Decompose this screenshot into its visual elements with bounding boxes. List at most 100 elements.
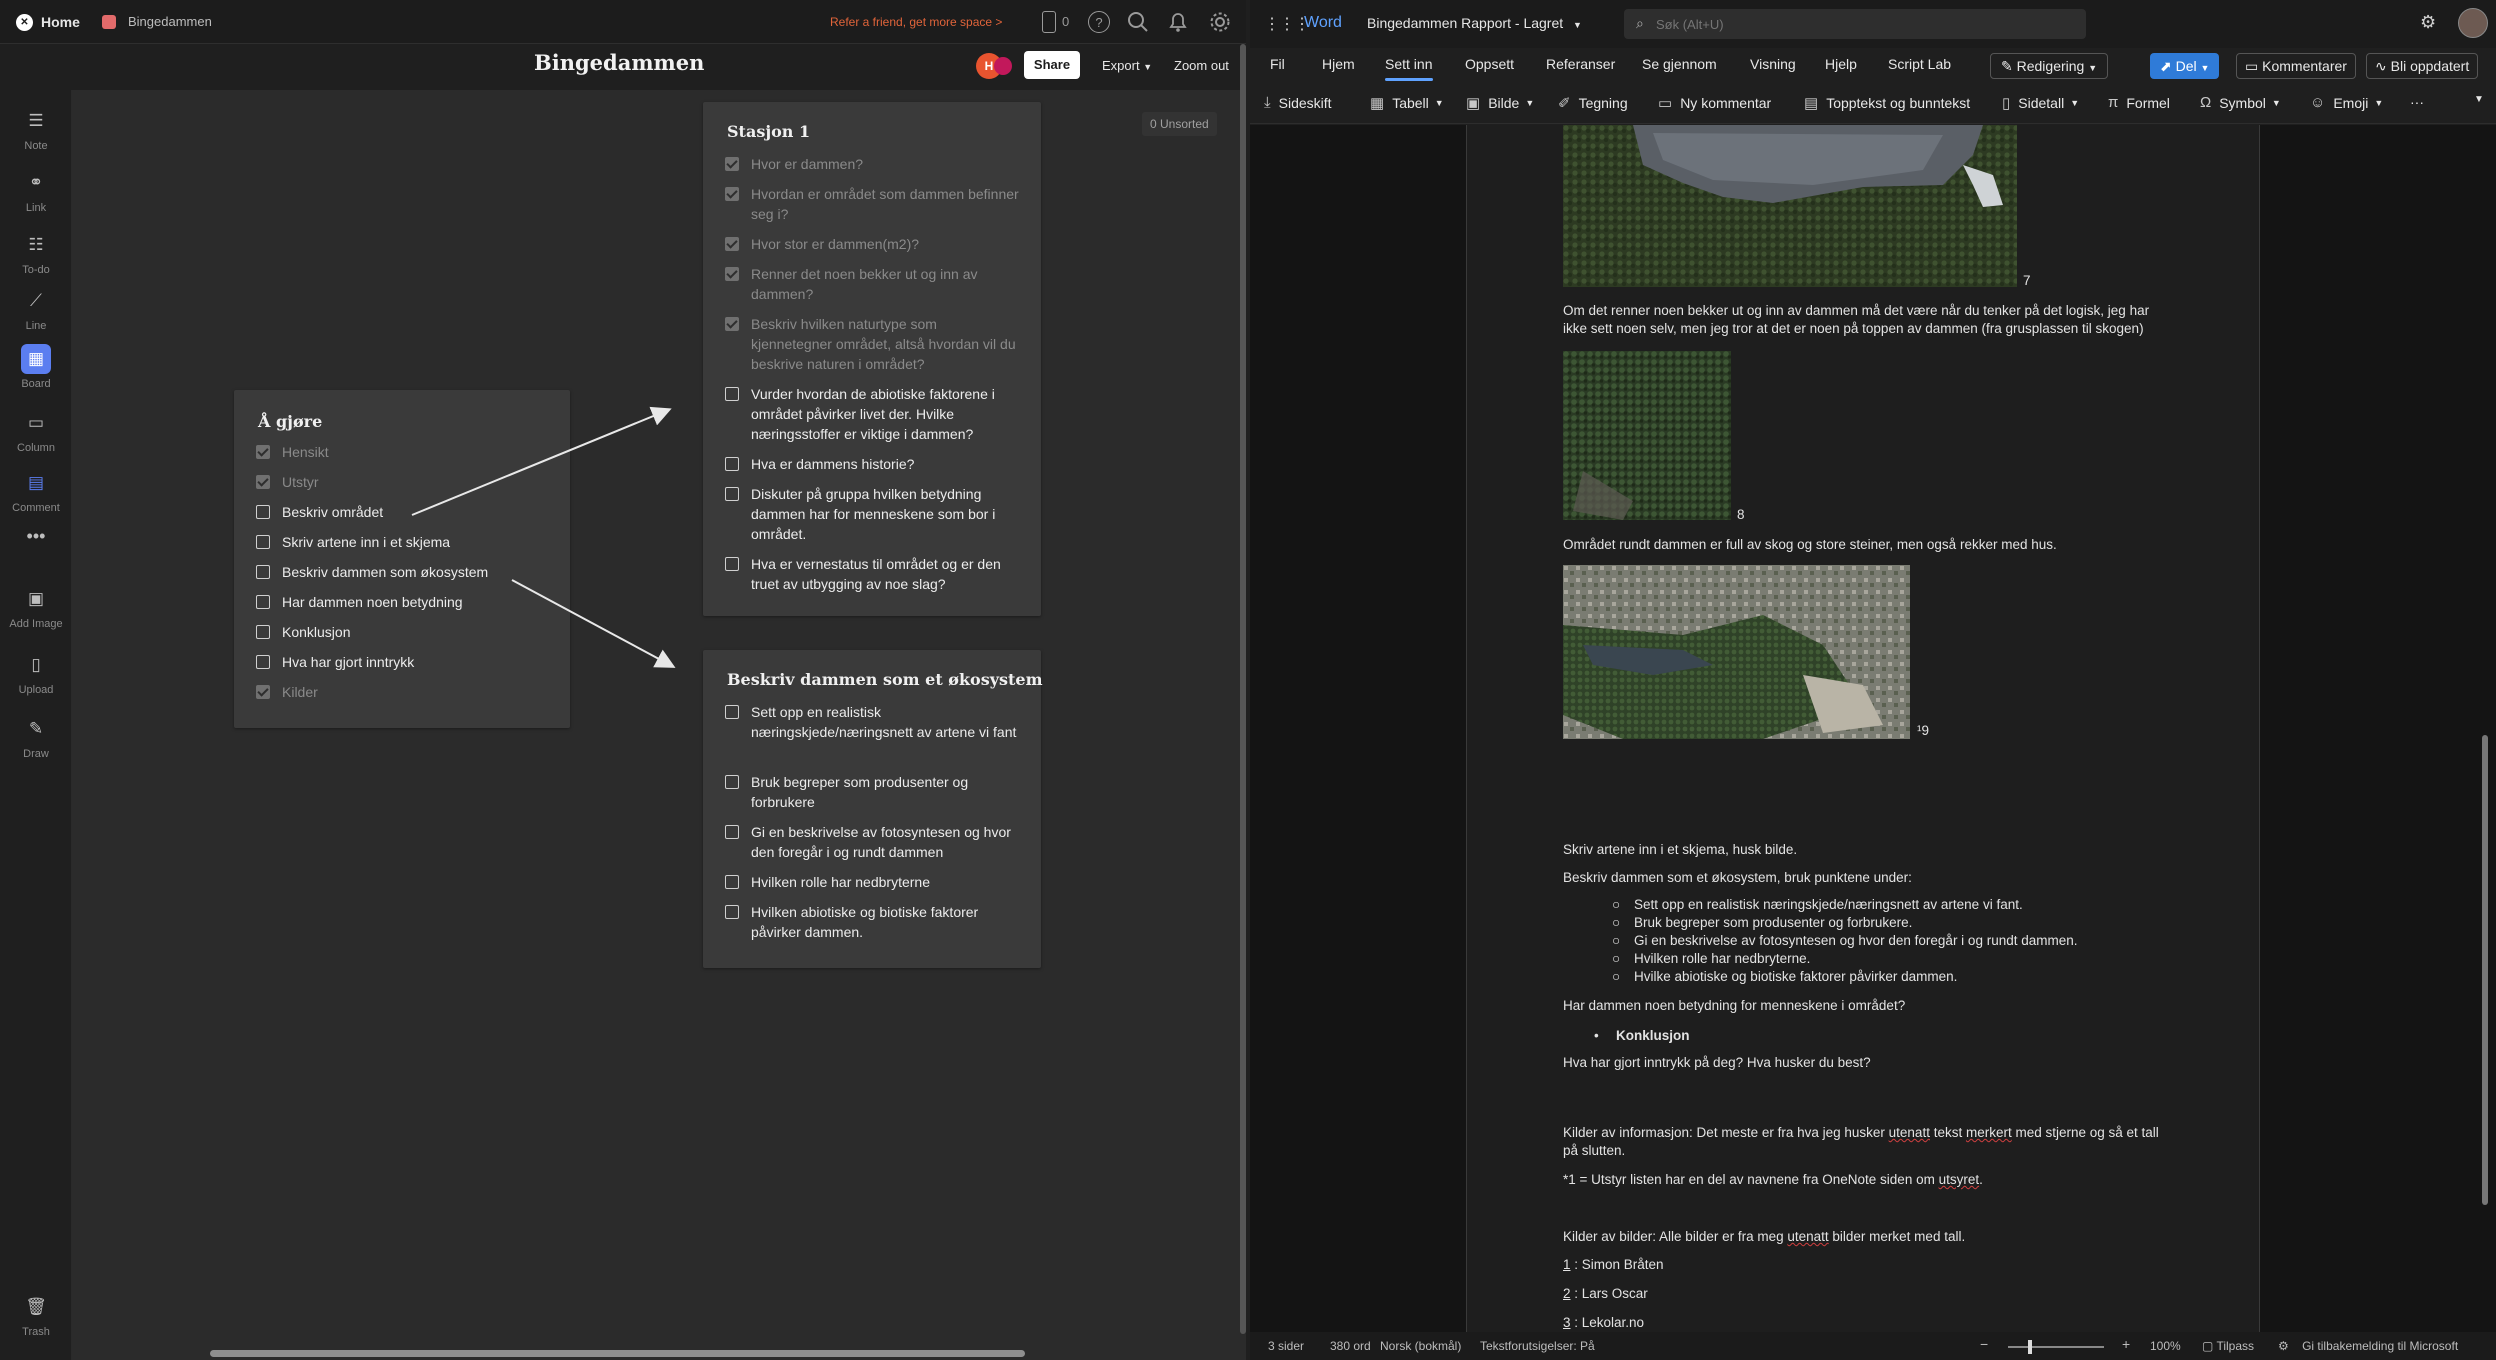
image-source-3[interactable]: 3 : Lekolar.no (1563, 1314, 2173, 1332)
more-options-icon[interactable]: ··· (2410, 94, 2424, 110)
forest-aerial-photo[interactable] (1563, 351, 1731, 520)
zoom-slider[interactable] (2008, 1346, 2104, 1348)
misspelled-word[interactable]: merkert (1966, 1125, 2012, 1140)
word-app-name[interactable]: Word (1304, 14, 1342, 32)
konklusjon-text: Konklusjon (1616, 1028, 1690, 1043)
page-count[interactable]: 3 sider (1268, 1339, 1304, 1353)
arrow-to-okosystem[interactable] (511, 579, 676, 668)
save-status: Lagret (1523, 15, 1564, 31)
tool-label: Tegning (1578, 95, 1628, 111)
bullet-text: Gi en beskrivelse av fotosyntesen og hvo… (1634, 933, 2078, 948)
share-button[interactable]: ⬈ Del ▼ (2150, 53, 2220, 79)
word-count[interactable]: 380 ord (1330, 1339, 1371, 1353)
paragraph-betydning[interactable]: Har dammen noen betydning for menneskene… (1563, 997, 2173, 1015)
tool-emoji[interactable]: ☺ Emoji ▼ (2310, 94, 2383, 111)
zoom-in-icon[interactable]: + (2122, 1336, 2130, 1352)
tool-drawing[interactable]: ✐ Tegning (1558, 94, 1628, 112)
chevron-down-icon: ▼ (1525, 98, 1535, 108)
search-box[interactable]: ⌕ (1624, 9, 2086, 39)
comment-icon: ▭ (2245, 58, 2263, 74)
tool-header-footer[interactable]: ▤ Topptekst og bunntekst (1804, 94, 1970, 112)
text-predictions[interactable]: Tekstforutsigelser: På (1480, 1339, 1595, 1353)
fit-label: Tilpass (2216, 1339, 2255, 1353)
paragraph-bekker[interactable]: Om det renner noen bekker ut og inn av d… (1563, 302, 2173, 338)
feedback-label: Gi tilbakemelding til Microsoft (2302, 1339, 2459, 1353)
app-launcher-icon[interactable]: ⋮⋮⋮ (1264, 14, 1310, 34)
paragraph-skriv-artene[interactable]: Skriv artene inn i et skjema, husk bilde… (1563, 841, 2173, 859)
zoom-level[interactable]: 100% (2150, 1339, 2181, 1353)
paragraph-omradet[interactable]: Området rundt dammen er full av skog og … (1563, 536, 2173, 554)
chevron-down-icon: ▼ (2070, 98, 2080, 108)
tab-visning[interactable]: Visning (1750, 56, 1796, 72)
horizontal-scrollbar[interactable] (210, 1350, 1025, 1357)
chevron-down-icon: ▼ (2374, 97, 2384, 108)
tab-sett-inn[interactable]: Sett inn (1385, 56, 1432, 72)
misspelled-word[interactable]: utenatt (1787, 1229, 1828, 1244)
connector-arrows (411, 406, 676, 668)
misspelled-word[interactable]: utenatt (1889, 1125, 1930, 1140)
tool-label: Bilde (1488, 95, 1520, 111)
document-canvas: 7 Om det renner noen bekker ut og inn av… (1250, 125, 2496, 1332)
tab-fil[interactable]: Fil (1270, 56, 1285, 72)
insert-toolbar: ⤓ Sideskift ▦ Tabell ▼ ▣ Bilde ▼ ✐ Tegning ▭ Ny… (1250, 84, 2496, 124)
tool-new-comment[interactable]: ▭ Ny kommentar (1658, 94, 1771, 112)
pond-aerial-photo[interactable] (1563, 125, 2017, 287)
image-source-2[interactable]: 2 : Lars Oscar (1563, 1285, 2173, 1303)
document-scrollbar[interactable] (2482, 735, 2488, 1205)
language[interactable]: Norsk (bokmål) (1380, 1339, 1461, 1353)
paragraph-inntrykk[interactable]: Hva har gjort inntrykk på deg? Hva huske… (1563, 1054, 2173, 1072)
tab-hjelp[interactable]: Hjelp (1825, 56, 1857, 72)
bullet-marker: • (1594, 1028, 1599, 1043)
tool-label: Sidetall (2018, 95, 2065, 111)
catch-up-button[interactable]: ∿ Bli oppdatert (2366, 53, 2479, 79)
collapse-ribbon-icon[interactable]: ▼ (2474, 94, 2484, 105)
document-title-text: Bingedammen Rapport (1367, 15, 1511, 31)
tool-label: Tabell (1392, 95, 1429, 111)
comments-button[interactable]: ▭ Kommentarer (2236, 53, 2356, 79)
tab-se-gjennom[interactable]: Se gjennom (1642, 56, 1717, 72)
tool-label: Topptekst og bunntekst (1826, 95, 1971, 111)
zoom-out-icon[interactable]: − (1980, 1336, 1988, 1352)
bullet-marker: ○ (1612, 951, 1621, 966)
tool-symbol[interactable]: Ω Symbol ▼ (2200, 94, 2281, 111)
tool-picture[interactable]: ▣ Bilde ▼ (1466, 94, 1534, 112)
bullet-text: Hvilke abiotiske og biotiske faktorer på… (1634, 969, 1958, 984)
search-input[interactable] (1656, 14, 2056, 34)
table-icon: ▦ (1370, 95, 1385, 112)
tool-table[interactable]: ▦ Tabell ▼ (1370, 94, 1444, 112)
tool-label: Ny kommentar (1680, 95, 1772, 111)
pulse-icon: ∿ (2375, 58, 2391, 74)
pane-splitter[interactable] (1240, 44, 1246, 1334)
tab-oppsett[interactable]: Oppsett (1465, 56, 1514, 72)
paragraph-kilder-bilder[interactable]: Kilder av bilder: Alle bilder er fra meg… (1563, 1228, 2173, 1246)
tab-hjem[interactable]: Hjem (1322, 56, 1355, 72)
feedback-link[interactable]: ⚙ Gi tilbakemelding til Microsoft (2278, 1339, 2458, 1353)
new-comment-icon: ▭ (1658, 95, 1673, 112)
fit-button[interactable]: ▢ Tilpass (2202, 1339, 2254, 1353)
editing-mode-button[interactable]: ✎ Redigering ▼ (1990, 53, 2109, 79)
tool-page-number[interactable]: ▯ Sidetall ▼ (2002, 94, 2079, 112)
pencil-icon: ✎ (2001, 58, 2017, 74)
area-satellite-photo[interactable] (1563, 565, 1910, 739)
tool-equation[interactable]: π Formel (2108, 94, 2170, 111)
fit-icon: ▢ (2202, 1339, 2217, 1353)
tool-label: Symbol (2219, 94, 2266, 111)
profile-avatar[interactable] (2458, 8, 2488, 38)
text-run: Kilder av bilder: Alle bilder er fra meg (1563, 1229, 1788, 1244)
text-run: tekst (1929, 1125, 1966, 1140)
settings-gear-icon[interactable]: ⚙ (2420, 12, 2436, 33)
paragraph-kilder-informasjon[interactable]: Kilder av informasjon: Det meste er fra … (1563, 1124, 2173, 1160)
misspelled-word[interactable]: utsyret (1939, 1172, 1980, 1187)
tab-script-lab[interactable]: Script Lab (1888, 56, 1951, 72)
image-source-1[interactable]: 1 : Simon Bråten (1563, 1256, 2173, 1274)
paragraph-footnote-1[interactable]: *1 = Utstyr listen har en del av navnene… (1563, 1171, 2173, 1189)
arrow-to-stasjon[interactable] (411, 406, 672, 516)
tab-referanser[interactable]: Referanser (1546, 56, 1615, 72)
document-page[interactable]: 7 Om det renner noen bekker ut og inn av… (1466, 125, 2260, 1332)
paragraph-beskriv-dammen[interactable]: Beskriv dammen som et økosystem, bruk pu… (1563, 869, 2173, 887)
tool-page-break[interactable]: ⤓ Sideskift (1264, 94, 1332, 111)
zoom-slider-thumb[interactable] (2028, 1340, 2032, 1354)
document-title[interactable]: Bingedammen Rapport - Lagret ▼ (1367, 15, 1582, 31)
figure-number-8: 8 (1737, 507, 1745, 522)
bullet-marker: ○ (1612, 933, 1621, 948)
